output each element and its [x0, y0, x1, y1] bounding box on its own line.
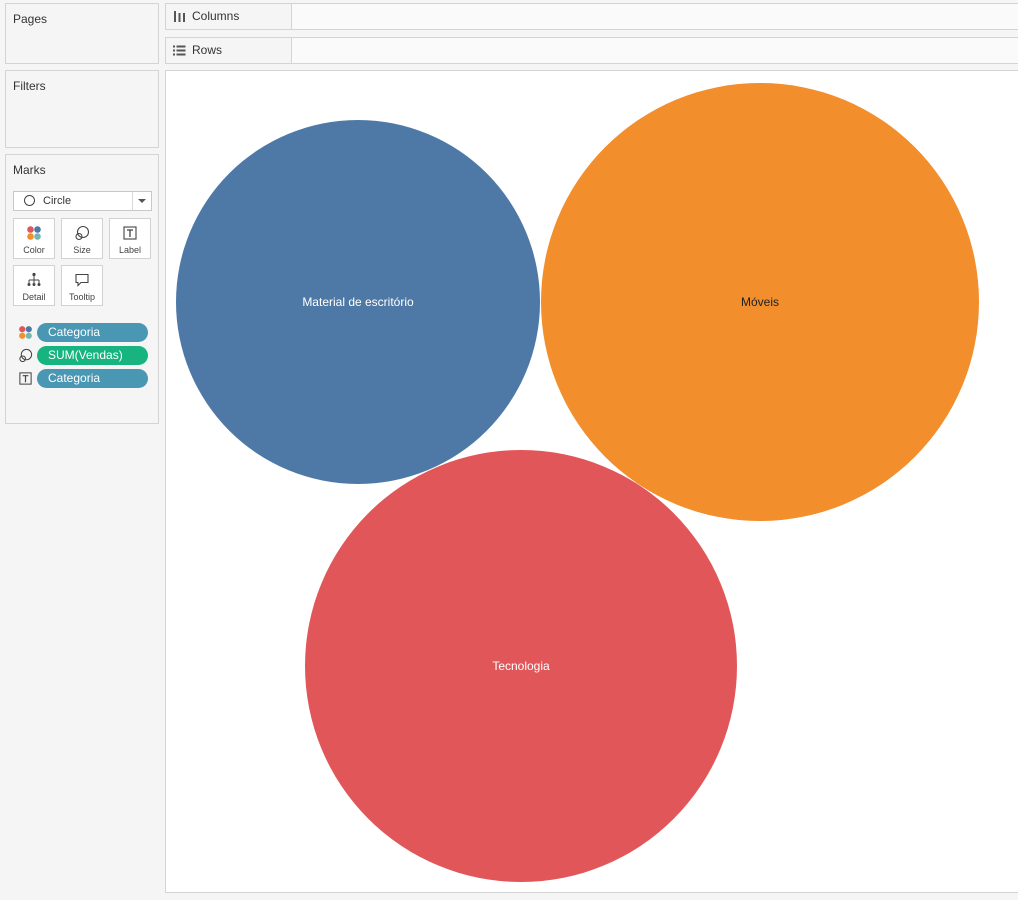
color-icon — [27, 226, 41, 240]
detail-button-label: Detail — [22, 292, 46, 302]
filters-card[interactable]: Filters — [5, 70, 159, 148]
sum-vendas-size-pill[interactable]: SUM(Vendas) — [37, 346, 148, 365]
mark-type-label: Circle — [43, 195, 72, 207]
categoria-label-pill[interactable]: Categoria — [37, 369, 148, 388]
pages-title: Pages — [13, 12, 48, 26]
color-button[interactable]: Color — [13, 218, 55, 259]
label-icon — [19, 372, 32, 385]
rows-shelf: Rows — [165, 37, 1018, 64]
tooltip-icon — [75, 273, 89, 287]
size-button-label: Size — [73, 245, 91, 255]
bubble-label: Tecnologia — [492, 659, 550, 673]
categoria-color-pill[interactable]: Categoria — [37, 323, 148, 342]
label-button-label: Label — [118, 245, 142, 255]
size-icon — [75, 225, 90, 241]
columns-shelf: Columns — [165, 3, 1018, 30]
marks-card: Marks Circle Color Size Label Detail Too… — [5, 154, 159, 424]
columns-drop-zone[interactable] — [292, 4, 1018, 29]
marks-title: Marks — [13, 163, 46, 177]
circle-icon — [24, 195, 35, 206]
rows-drop-zone[interactable] — [292, 38, 1018, 63]
size-icon — [19, 348, 33, 363]
bubble-tecnologia[interactable]: Tecnologia — [305, 450, 737, 882]
chevron-down-icon[interactable] — [132, 192, 151, 210]
rows-label: Rows — [192, 43, 223, 57]
mark-type-dropdown[interactable]: Circle — [13, 191, 152, 211]
detail-icon — [27, 272, 41, 286]
pill-row-size: SUM(Vendas) — [18, 346, 154, 365]
viz-canvas: Material de escritório Móveis Tecnologia — [165, 70, 1018, 893]
label-icon — [123, 226, 137, 240]
filters-title: Filters — [13, 79, 46, 93]
pill-row-label: Categoria — [18, 369, 154, 388]
color-button-label: Color — [23, 245, 45, 255]
columns-icon — [174, 11, 185, 22]
bubble-chart: Material de escritório Móveis Tecnologia — [176, 83, 979, 882]
bubble-label: Material de escritório — [302, 295, 414, 309]
columns-shelf-header: Columns — [166, 4, 292, 29]
tableau-workspace: Pages Filters Marks Circle Color Size La… — [0, 0, 1018, 900]
pill-row-color: Categoria — [18, 323, 154, 342]
tooltip-button[interactable]: Tooltip — [61, 265, 103, 306]
label-button[interactable]: Label — [109, 218, 151, 259]
detail-button[interactable]: Detail — [13, 265, 55, 306]
bubble-material-de-escrit-rio[interactable]: Material de escritório — [176, 120, 540, 484]
size-button[interactable]: Size — [61, 218, 103, 259]
tooltip-button-label: Tooltip — [68, 292, 95, 302]
bubble-label: Móveis — [741, 295, 779, 309]
bubble-m-veis[interactable]: Móveis — [541, 83, 979, 521]
columns-label: Columns — [192, 9, 240, 23]
rows-shelf-header: Rows — [166, 38, 292, 63]
rows-icon — [173, 45, 186, 56]
pages-card[interactable]: Pages — [5, 3, 159, 64]
color-icon — [19, 326, 32, 339]
